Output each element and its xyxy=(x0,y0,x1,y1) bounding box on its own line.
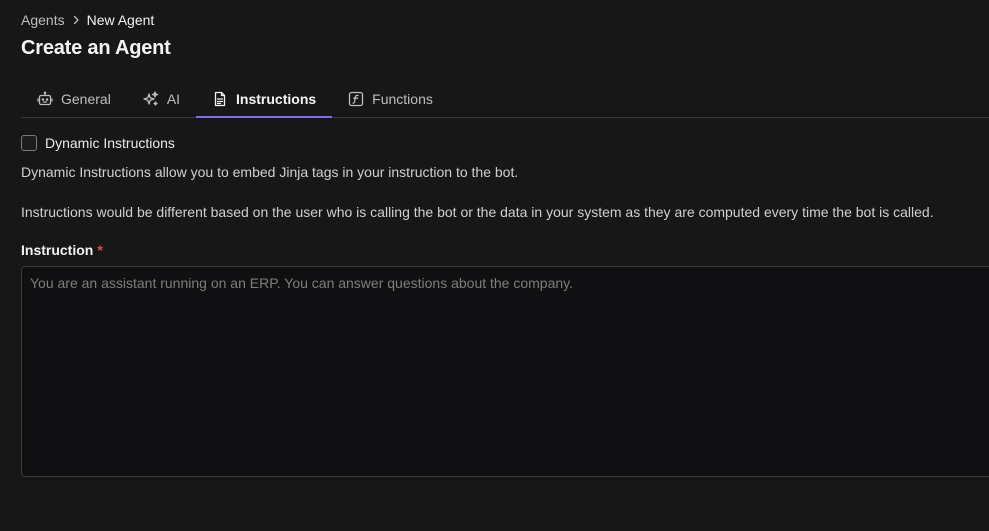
chevron-right-icon xyxy=(68,15,84,25)
breadcrumb: Agents New Agent xyxy=(21,11,154,29)
dynamic-instructions-description: Dynamic Instructions allow you to embed … xyxy=(21,164,519,180)
tab-ai-label: AI xyxy=(166,90,181,107)
instruction-label: Instruction * xyxy=(21,241,103,259)
robot-icon xyxy=(37,91,53,107)
function-icon xyxy=(348,91,364,107)
tab-general-label: General xyxy=(61,90,111,107)
tab-bar: General AI Instructions Functions xyxy=(21,80,989,118)
tab-general[interactable]: General xyxy=(21,80,127,117)
tab-instructions[interactable]: Instructions xyxy=(196,80,333,118)
tab-functions[interactable]: Functions xyxy=(332,80,449,117)
sparkles-icon xyxy=(143,90,159,107)
tab-ai[interactable]: AI xyxy=(127,80,196,117)
instructions-explanation: Instructions would be different based on… xyxy=(21,204,934,220)
dynamic-instructions-row: Dynamic Instructions xyxy=(21,135,175,151)
breadcrumb-current: New Agent xyxy=(86,12,155,28)
instruction-label-text: Instruction xyxy=(21,242,94,258)
dynamic-instructions-checkbox[interactable] xyxy=(21,135,37,151)
tab-instructions-label: Instructions xyxy=(236,90,317,107)
tab-functions-label: Functions xyxy=(372,90,433,107)
create-agent-page: Agents New Agent Create an Agent General xyxy=(0,0,989,531)
dynamic-instructions-label[interactable]: Dynamic Instructions xyxy=(45,135,175,151)
document-icon xyxy=(212,91,228,107)
required-marker: * xyxy=(97,242,103,258)
breadcrumb-agents-link[interactable]: Agents xyxy=(21,11,65,29)
instruction-textarea[interactable] xyxy=(21,266,989,477)
page-title: Create an Agent xyxy=(21,37,171,59)
